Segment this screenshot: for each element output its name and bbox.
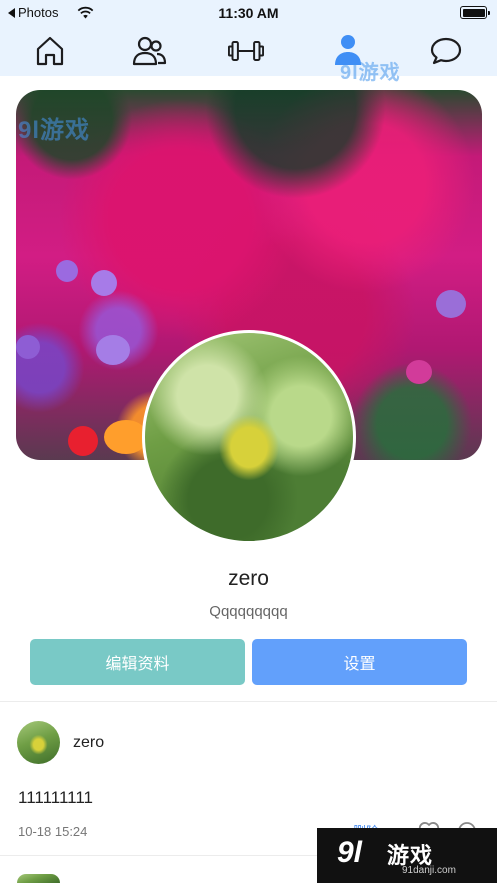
tab-messages[interactable] [428,33,464,69]
friends-icon [132,36,167,66]
post-time: 10-18 15:24 [18,824,88,839]
post-username[interactable]: zero [73,734,104,752]
brand-watermark: 9l 游戏 91danji.com [317,828,497,883]
status-bar: Photos 11:30 AM [0,0,497,26]
home-icon [36,36,64,66]
brand-logo: 9l [337,836,363,869]
status-time: 11:30 AM [218,5,279,21]
post-content: 111111111 [18,788,93,807]
tab-fitness[interactable] [228,33,264,69]
post-avatar[interactable] [17,874,60,883]
settings-button[interactable]: 设置 [252,639,467,685]
watermark-logo: 9l游戏 [340,62,401,84]
brand-url: 91danji.com [402,865,456,876]
edit-profile-button[interactable]: 编辑资料 [30,639,245,685]
tab-bar [0,26,497,76]
post-avatar[interactable] [17,721,60,764]
tab-friends[interactable] [131,33,167,69]
profile-bio: Qqqqqqqqq [209,603,288,620]
profile-avatar[interactable] [142,330,356,544]
tab-home[interactable] [32,33,68,69]
profile-name: zero [228,567,269,590]
watermark-cover: 9l游戏 [18,117,91,144]
dumbbell-icon [228,41,264,61]
battery-icon [460,6,490,19]
chat-bubble-icon [430,37,462,65]
